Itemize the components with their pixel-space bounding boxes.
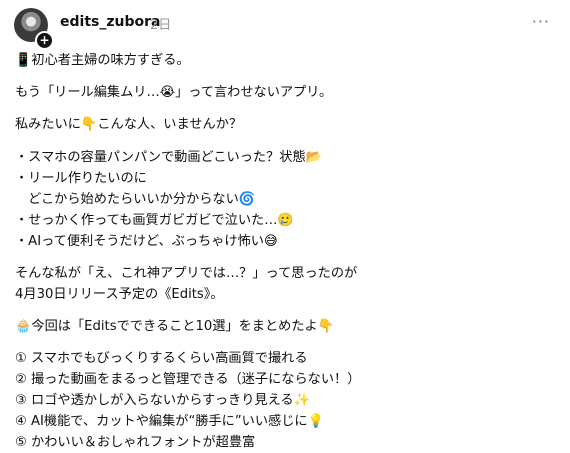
post-line: ① スマホでもびっくりするくらい高画質で撮れる [15,351,308,366]
follow-plus-icon[interactable]: + [35,31,54,50]
username[interactable]: edits_zubora [60,14,160,30]
post-line: ・せっかく作っても画質ガビガビで泣いた…🥲 [15,213,294,228]
more-options-icon[interactable]: ··· [532,12,550,31]
post-line: どこから始めたらいいか分からない🌀 [15,192,256,207]
post-line: ・AIって便利そうだけど、ぶっちゃけ怖い😅 [15,234,278,249]
post-time: 2日 [150,18,172,33]
post-line: 🧁今回は「Editsでできること10選」をまとめたよ👇 [15,319,335,334]
post-line: ② 撮った動画をまるっと管理できる（迷子にならない！） [15,372,361,387]
post-line: そんな私が「え、これ神アプリでは…？」って思ったのが [15,266,358,281]
post-line: ・リール作りたいのに [15,171,147,186]
post-line: 4月30日リリース予定の《Edits》。 [15,287,224,302]
post-line: ③ ロゴや透かしが入らないからすっきり見える✨ [15,393,310,408]
post-body: 📱初心者主婦の味方すぎる。 もう「リール編集ムリ…😭」って言わせないアプリ。 私… [15,50,560,453]
post-line: 📱初心者主婦の味方すぎる。 [15,53,190,68]
post-line: ⑤ かわいい＆おしゃれフォントが超豊富 [15,435,256,450]
post-line: ・スマホの容量パンパンで動画どこいった？状態📂 [15,150,323,165]
threads-post: + edits_zubora 2日 ··· 📱初心者主婦の味方すぎる。 もう「リ… [0,0,570,450]
post-line: 私みたいに👇こんな人、いませんか？ [15,117,243,132]
post-line: もう「リール編集ムリ…😭」って言わせないアプリ。 [15,85,333,100]
post-line: ④ AI機能で、カットや編集が“勝手に”いい感じに💡 [15,414,325,429]
